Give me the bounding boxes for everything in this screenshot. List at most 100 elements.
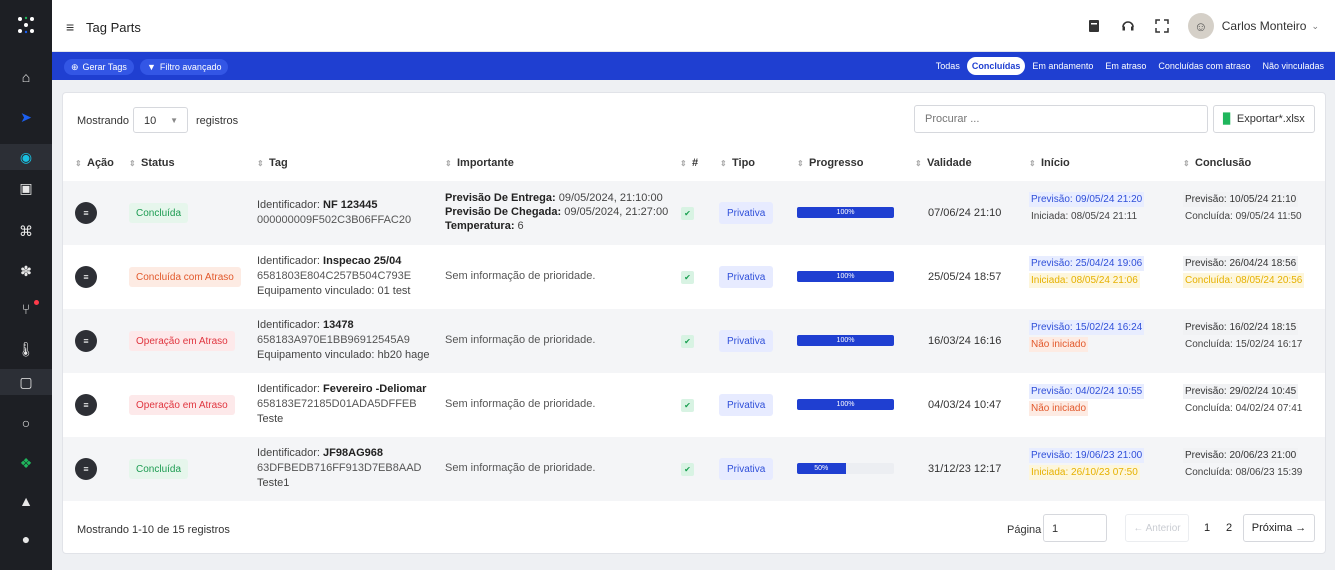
page-2-button[interactable]: 2 <box>1219 514 1239 542</box>
advanced-filter-button[interactable]: ▼ Filtro avançado <box>140 59 229 75</box>
inicio-actual: Iniciada: 08/05/24 21:06 <box>1029 273 1140 288</box>
avatar[interactable]: ☺ <box>1187 13 1214 39</box>
col-label: Status <box>141 157 175 169</box>
filter-todas[interactable]: Todas <box>931 57 965 75</box>
type-badge: Privativa <box>719 202 774 224</box>
col-header-validade[interactable]: ⇕ Validade <box>915 151 972 175</box>
gear-cluster-icon[interactable]: ✽ <box>0 258 52 284</box>
home-icon[interactable]: ⌂ <box>0 64 52 90</box>
conclusao-cell: Previsão: 20/06/23 21:00 Concluída: 08/0… <box>1183 448 1304 478</box>
table-row[interactable]: ≡ Concluída Identificador: JF98AG968 63D… <box>63 437 1325 501</box>
conclusao-cell: Previsão: 29/02/24 10:45 Concluída: 04/0… <box>1183 384 1304 414</box>
importante-cell: Sem informação de prioridade. <box>445 398 596 410</box>
filter-nao-vinculadas[interactable]: Não vinculadas <box>1257 57 1329 75</box>
logo-icon[interactable] <box>0 10 52 40</box>
type-badge: Privativa <box>719 330 774 352</box>
page-size-select[interactable]: 10 ▼ <box>133 107 188 133</box>
excel-icon: ▉ <box>1223 113 1231 125</box>
col-header-acao[interactable]: ⇕ Ação <box>75 151 114 175</box>
check-icon: ✔ <box>681 271 694 284</box>
filter-em-atraso[interactable]: Em atraso <box>1100 57 1151 75</box>
validade-value: 25/05/24 18:57 <box>928 271 1002 283</box>
book-icon[interactable] <box>1082 14 1106 38</box>
sort-icon: ⇕ <box>1029 158 1036 168</box>
col-label: # <box>692 157 699 169</box>
col-label: Importante <box>457 157 514 169</box>
sort-icon: ⇕ <box>720 158 727 168</box>
fullscreen-icon[interactable] <box>1150 14 1174 38</box>
user-circle-icon[interactable]: ● <box>0 526 52 552</box>
hamburger-icon[interactable]: ≡ <box>66 19 74 35</box>
table-row[interactable]: ≡ Concluída Identificador: NF 123445 000… <box>63 181 1325 245</box>
thermometer-icon[interactable]: 🌡 <box>0 336 52 362</box>
sort-icon: ⇕ <box>915 158 922 168</box>
send-icon[interactable]: ➤ <box>0 104 52 130</box>
row-menu-icon[interactable]: ≡ <box>75 330 97 352</box>
conclusao-prevision: Previsão: 29/02/24 10:45 <box>1183 384 1299 399</box>
progress-bar: 100% <box>797 335 894 346</box>
filter-em-andamento[interactable]: Em andamento <box>1027 57 1098 75</box>
tag-id-label: Identificador: <box>257 383 324 395</box>
conclusao-prevision: Previsão: 26/04/24 18:56 <box>1183 256 1299 271</box>
filter-concluidas-com-atraso[interactable]: Concluídas com atraso <box>1153 57 1255 75</box>
row-menu-icon[interactable]: ≡ <box>75 202 97 224</box>
status-badge: Operação em Atraso <box>129 331 235 351</box>
col-header-inicio[interactable]: ⇕ Início <box>1029 151 1070 175</box>
tag-parts-icon[interactable]: ▢ <box>0 369 52 395</box>
network-icon[interactable]: ⑂ <box>0 296 52 322</box>
next-page-button[interactable]: Próxima → <box>1243 514 1315 542</box>
tags-table-card: Mostrando 10 ▼ registros ▉ Exportar*.xls… <box>62 92 1326 554</box>
table-row[interactable]: ≡ Operação em Atraso Identificador: Feve… <box>63 373 1325 437</box>
row-menu-icon[interactable]: ≡ <box>75 266 97 288</box>
user-name[interactable]: Carlos Monteiro <box>1222 19 1307 33</box>
imp-label: Temperatura: <box>445 220 515 232</box>
chevron-down-icon[interactable]: ⌄ <box>1311 21 1319 32</box>
generate-tags-button[interactable]: ⊕ Gerar Tags <box>64 59 134 75</box>
page-1-button[interactable]: 1 <box>1197 514 1217 542</box>
tag-id-label: Identificador: <box>257 199 324 211</box>
command-icon[interactable]: ⌘ <box>0 218 52 244</box>
warning-icon[interactable]: ▲ <box>0 488 52 514</box>
col-header-importante[interactable]: ⇕ Importante <box>445 151 514 175</box>
previous-page-button[interactable]: ← Anterior <box>1125 514 1189 542</box>
advanced-filter-label: Filtro avançado <box>159 62 222 72</box>
inicio-prevision: Previsão: 19/06/23 21:00 <box>1029 448 1145 463</box>
importante-cell: Sem informação de prioridade. <box>445 462 596 474</box>
col-header-progresso[interactable]: ⇕ Progresso <box>797 151 863 175</box>
tag-code: 63DFBEDB716FF913D7EB8AAD <box>257 462 422 474</box>
target-icon[interactable]: ◉ <box>0 144 52 170</box>
progress-bar: 50% <box>797 463 894 474</box>
sort-icon: ⇕ <box>680 158 687 168</box>
col-header-tipo[interactable]: ⇕ Tipo <box>720 151 755 175</box>
headset-icon[interactable] <box>1116 14 1140 38</box>
search-input[interactable] <box>914 105 1208 133</box>
progress-fill: 100% <box>797 399 894 410</box>
filter-concluidas[interactable]: Concluídas <box>966 57 1026 75</box>
tag-cell: Identificador: NF 123445 000000009F502C3… <box>257 199 411 226</box>
status-badge: Concluída <box>129 203 189 223</box>
progress-fill: 100% <box>797 271 894 282</box>
generate-tags-label: Gerar Tags <box>82 62 127 72</box>
table-row[interactable]: ≡ Operação em Atraso Identificador: 1347… <box>63 309 1325 373</box>
export-xlsx-button[interactable]: ▉ Exportar*.xlsx <box>1213 105 1315 133</box>
col-header-number[interactable]: ⇕ # <box>680 151 698 175</box>
action-toolbar: ⊕ Gerar Tags ▼ Filtro avançado Todas Con… <box>52 52 1335 80</box>
status-badge: Concluída com Atraso <box>129 267 241 287</box>
conclusao-prevision: Previsão: 20/06/23 21:00 <box>1183 448 1299 463</box>
col-header-status[interactable]: ⇕ Status <box>129 151 175 175</box>
row-menu-icon[interactable]: ≡ <box>75 458 97 480</box>
circle-icon[interactable]: ○ <box>0 410 52 436</box>
tag-cell: Identificador: Fevereiro -Deliomar 65818… <box>257 383 426 425</box>
page-title: Tag Parts <box>86 20 141 35</box>
inicio-cell: Previsão: 04/02/24 10:55 Não iniciado <box>1029 384 1145 416</box>
tag-id: NF 123445 <box>323 199 378 211</box>
calendar-search-icon[interactable]: ▣ <box>0 175 52 201</box>
tag-cell: Identificador: 13478 658183A970E1BB96912… <box>257 319 429 361</box>
col-header-conclusao[interactable]: ⇕ Conclusão <box>1183 151 1251 175</box>
diamond-icon[interactable]: ❖ <box>0 450 52 476</box>
tag-cell: Identificador: Inspecao 25/04 6581803E80… <box>257 255 411 297</box>
table-row[interactable]: ≡ Concluída com Atraso Identificador: In… <box>63 245 1325 309</box>
col-header-tag[interactable]: ⇕ Tag <box>257 151 288 175</box>
page-input[interactable]: 1 <box>1043 514 1107 542</box>
row-menu-icon[interactable]: ≡ <box>75 394 97 416</box>
